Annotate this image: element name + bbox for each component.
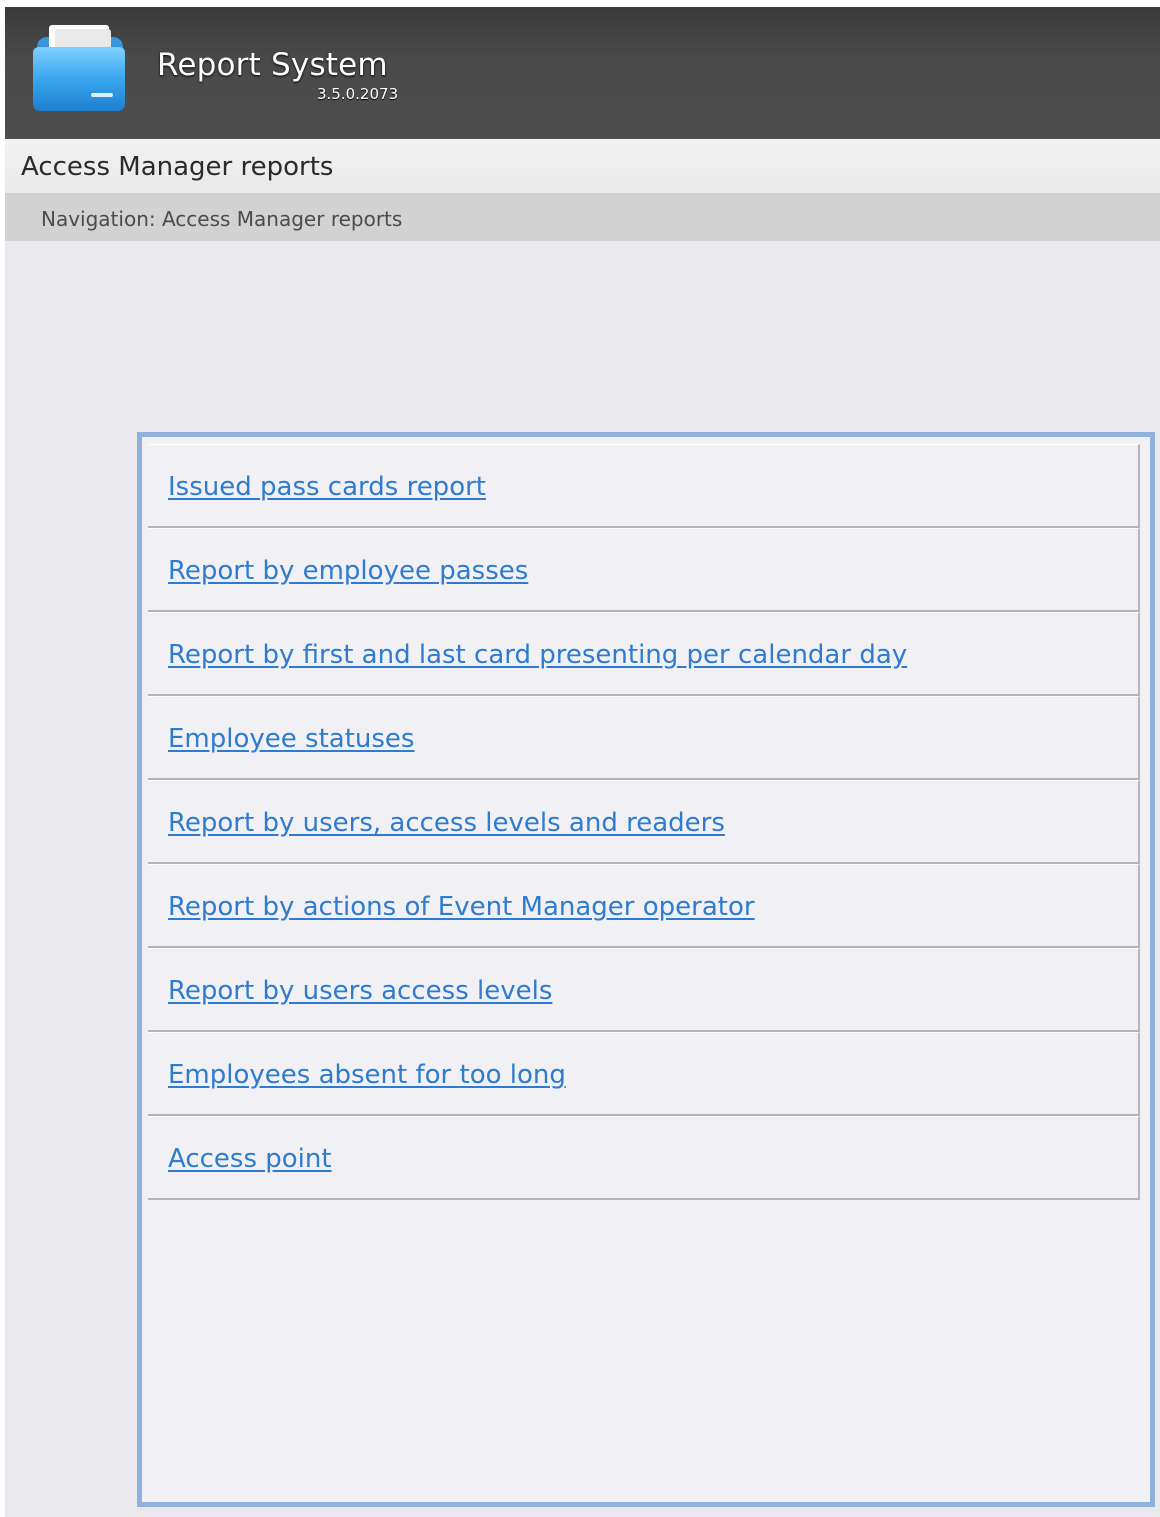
report-link-users-access-levels[interactable]: Report by users access levels — [168, 976, 552, 1006]
list-item: Employees absent for too long — [148, 1032, 1140, 1116]
breadcrumb: Navigation: Access Manager reports — [5, 194, 1160, 241]
breadcrumb-text: Navigation: Access Manager reports — [41, 207, 403, 231]
app-header: Report System 3.5.0.2073 — [5, 7, 1160, 139]
report-link-first-last-card[interactable]: Report by first and last card presenting… — [168, 640, 907, 670]
app-version: 3.5.0.2073 — [317, 85, 399, 103]
list-item: Access point — [148, 1116, 1140, 1200]
list-item: Employee statuses — [148, 696, 1140, 780]
list-item: Issued pass cards report — [148, 444, 1140, 528]
reports-panel: Issued pass cards report Report by emplo… — [137, 432, 1155, 1507]
report-link-issued-pass-cards[interactable]: Issued pass cards report — [168, 472, 486, 502]
list-item: Report by first and last card presenting… — [148, 612, 1140, 696]
list-item: Report by actions of Event Manager opera… — [148, 864, 1140, 948]
page-title-bar: Access Manager reports — [5, 139, 1160, 194]
report-link-employee-passes[interactable]: Report by employee passes — [168, 556, 528, 586]
report-link-event-manager-actions[interactable]: Report by actions of Event Manager opera… — [168, 892, 755, 922]
report-link-users-access-levels-readers[interactable]: Report by users, access levels and reade… — [168, 808, 725, 838]
app-title: Report System — [157, 47, 388, 83]
report-link-employee-statuses[interactable]: Employee statuses — [168, 724, 414, 754]
folder-icon — [33, 25, 125, 111]
report-list: Issued pass cards report Report by emplo… — [148, 444, 1140, 1200]
list-item: Report by users access levels — [148, 948, 1140, 1032]
list-item: Report by employee passes — [148, 528, 1140, 612]
report-link-access-point[interactable]: Access point — [168, 1144, 332, 1174]
page-title: Access Manager reports — [21, 152, 334, 182]
report-link-employees-absent[interactable]: Employees absent for too long — [168, 1060, 566, 1090]
list-item: Report by users, access levels and reade… — [148, 780, 1140, 864]
app-window: Report System 3.5.0.2073 Access Manager … — [5, 7, 1160, 1517]
